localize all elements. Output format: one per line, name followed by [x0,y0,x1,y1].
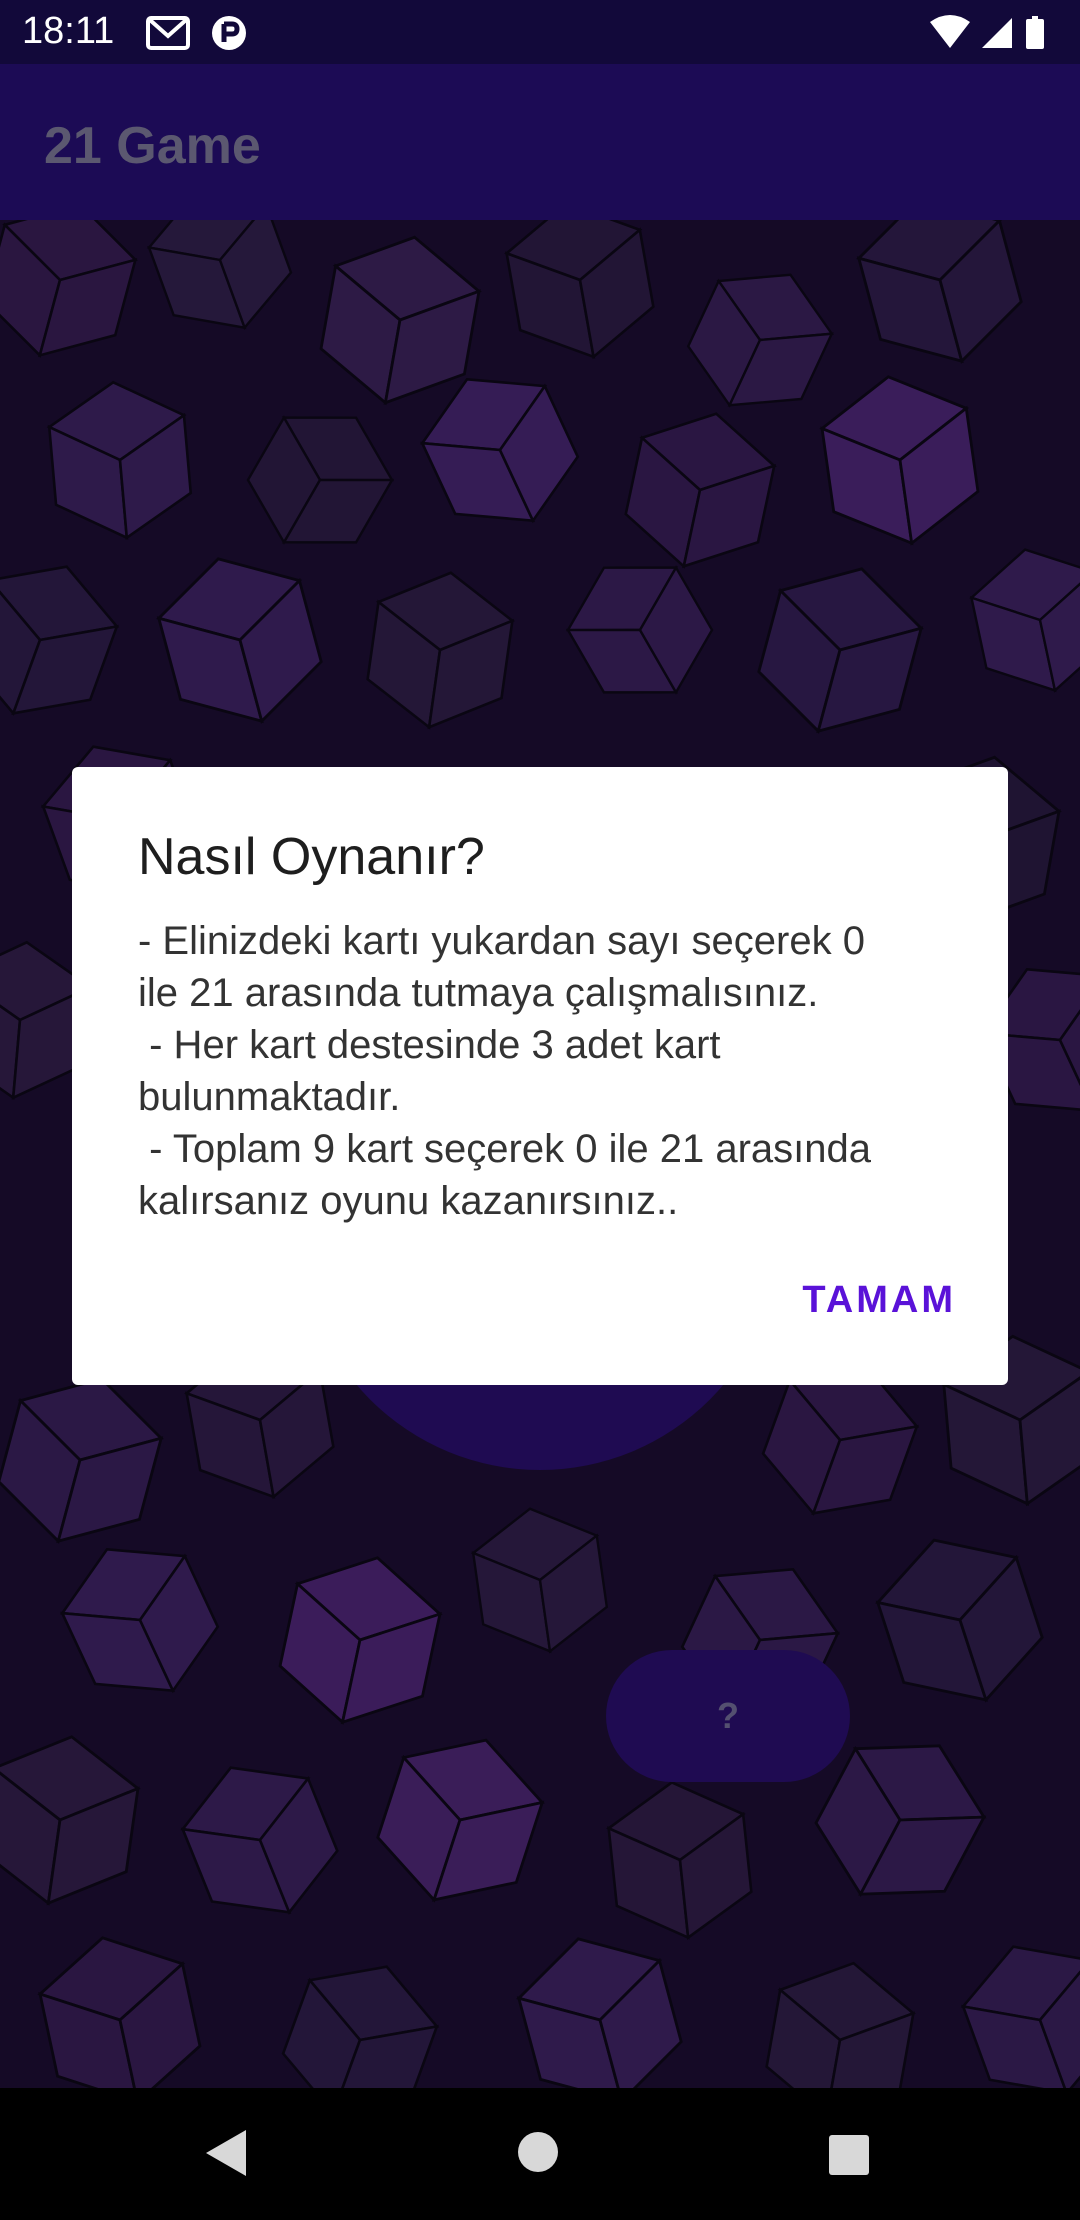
app-notification-icon [210,14,248,57]
dialog-title: Nasıl Oynanır? [138,828,485,886]
dialog-message: - Elinizdeki kartı yukardan sayı seçerek… [138,919,871,1223]
home-icon[interactable] [516,2130,560,2179]
status-right-icons [928,14,1058,57]
navigation-bar [0,2088,1080,2220]
app-bar: 21 Game [0,64,1080,220]
wifi-icon [930,15,970,48]
status-time: 18:11 [22,10,115,52]
gmail-icon [146,16,190,55]
status-bar: 18:11 [0,0,1080,64]
app-title: 21 Game [44,117,261,175]
recents-icon[interactable] [828,2134,870,2181]
signal-icon [982,18,1012,48]
ok-button[interactable]: TAMAM [802,1279,956,1322]
help-button[interactable]: ? [606,1650,850,1782]
how-to-play-dialog: Nasıl Oynanır? - Elinizdeki kartı yukard… [72,767,1008,1385]
back-icon[interactable] [204,2128,248,2183]
battery-icon [1026,16,1044,49]
